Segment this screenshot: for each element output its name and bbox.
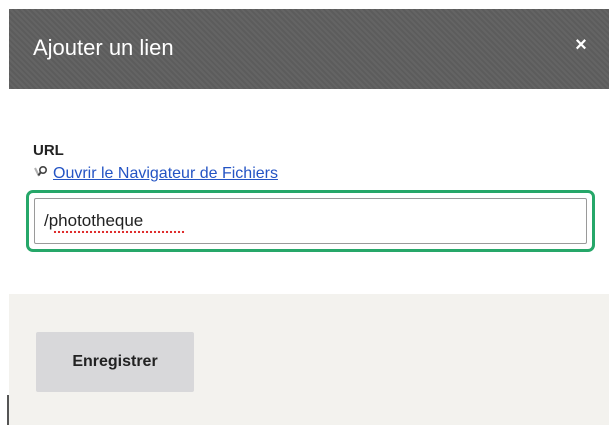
page-left-edge [0, 0, 9, 425]
url-label: URL [33, 142, 64, 159]
dialog-footer: Enregistrer [9, 294, 609, 425]
dialog-title: Ajouter un lien [33, 35, 174, 60]
dialog-titlebar: Ajouter un lien × [9, 9, 609, 89]
magnifier-icon [34, 165, 48, 177]
dialog-content: URL Ouvrir le Navigateur de Fichiers [9, 89, 609, 294]
close-icon[interactable]: × [569, 33, 593, 57]
url-input[interactable] [34, 198, 587, 244]
save-button[interactable]: Enregistrer [36, 332, 194, 392]
add-link-dialog: Ajouter un lien × URL Ouvrir le Navigate… [9, 9, 609, 425]
file-browser-link[interactable]: Ouvrir le Navigateur de Fichiers [53, 165, 278, 183]
url-input-focus-ring [26, 190, 595, 252]
